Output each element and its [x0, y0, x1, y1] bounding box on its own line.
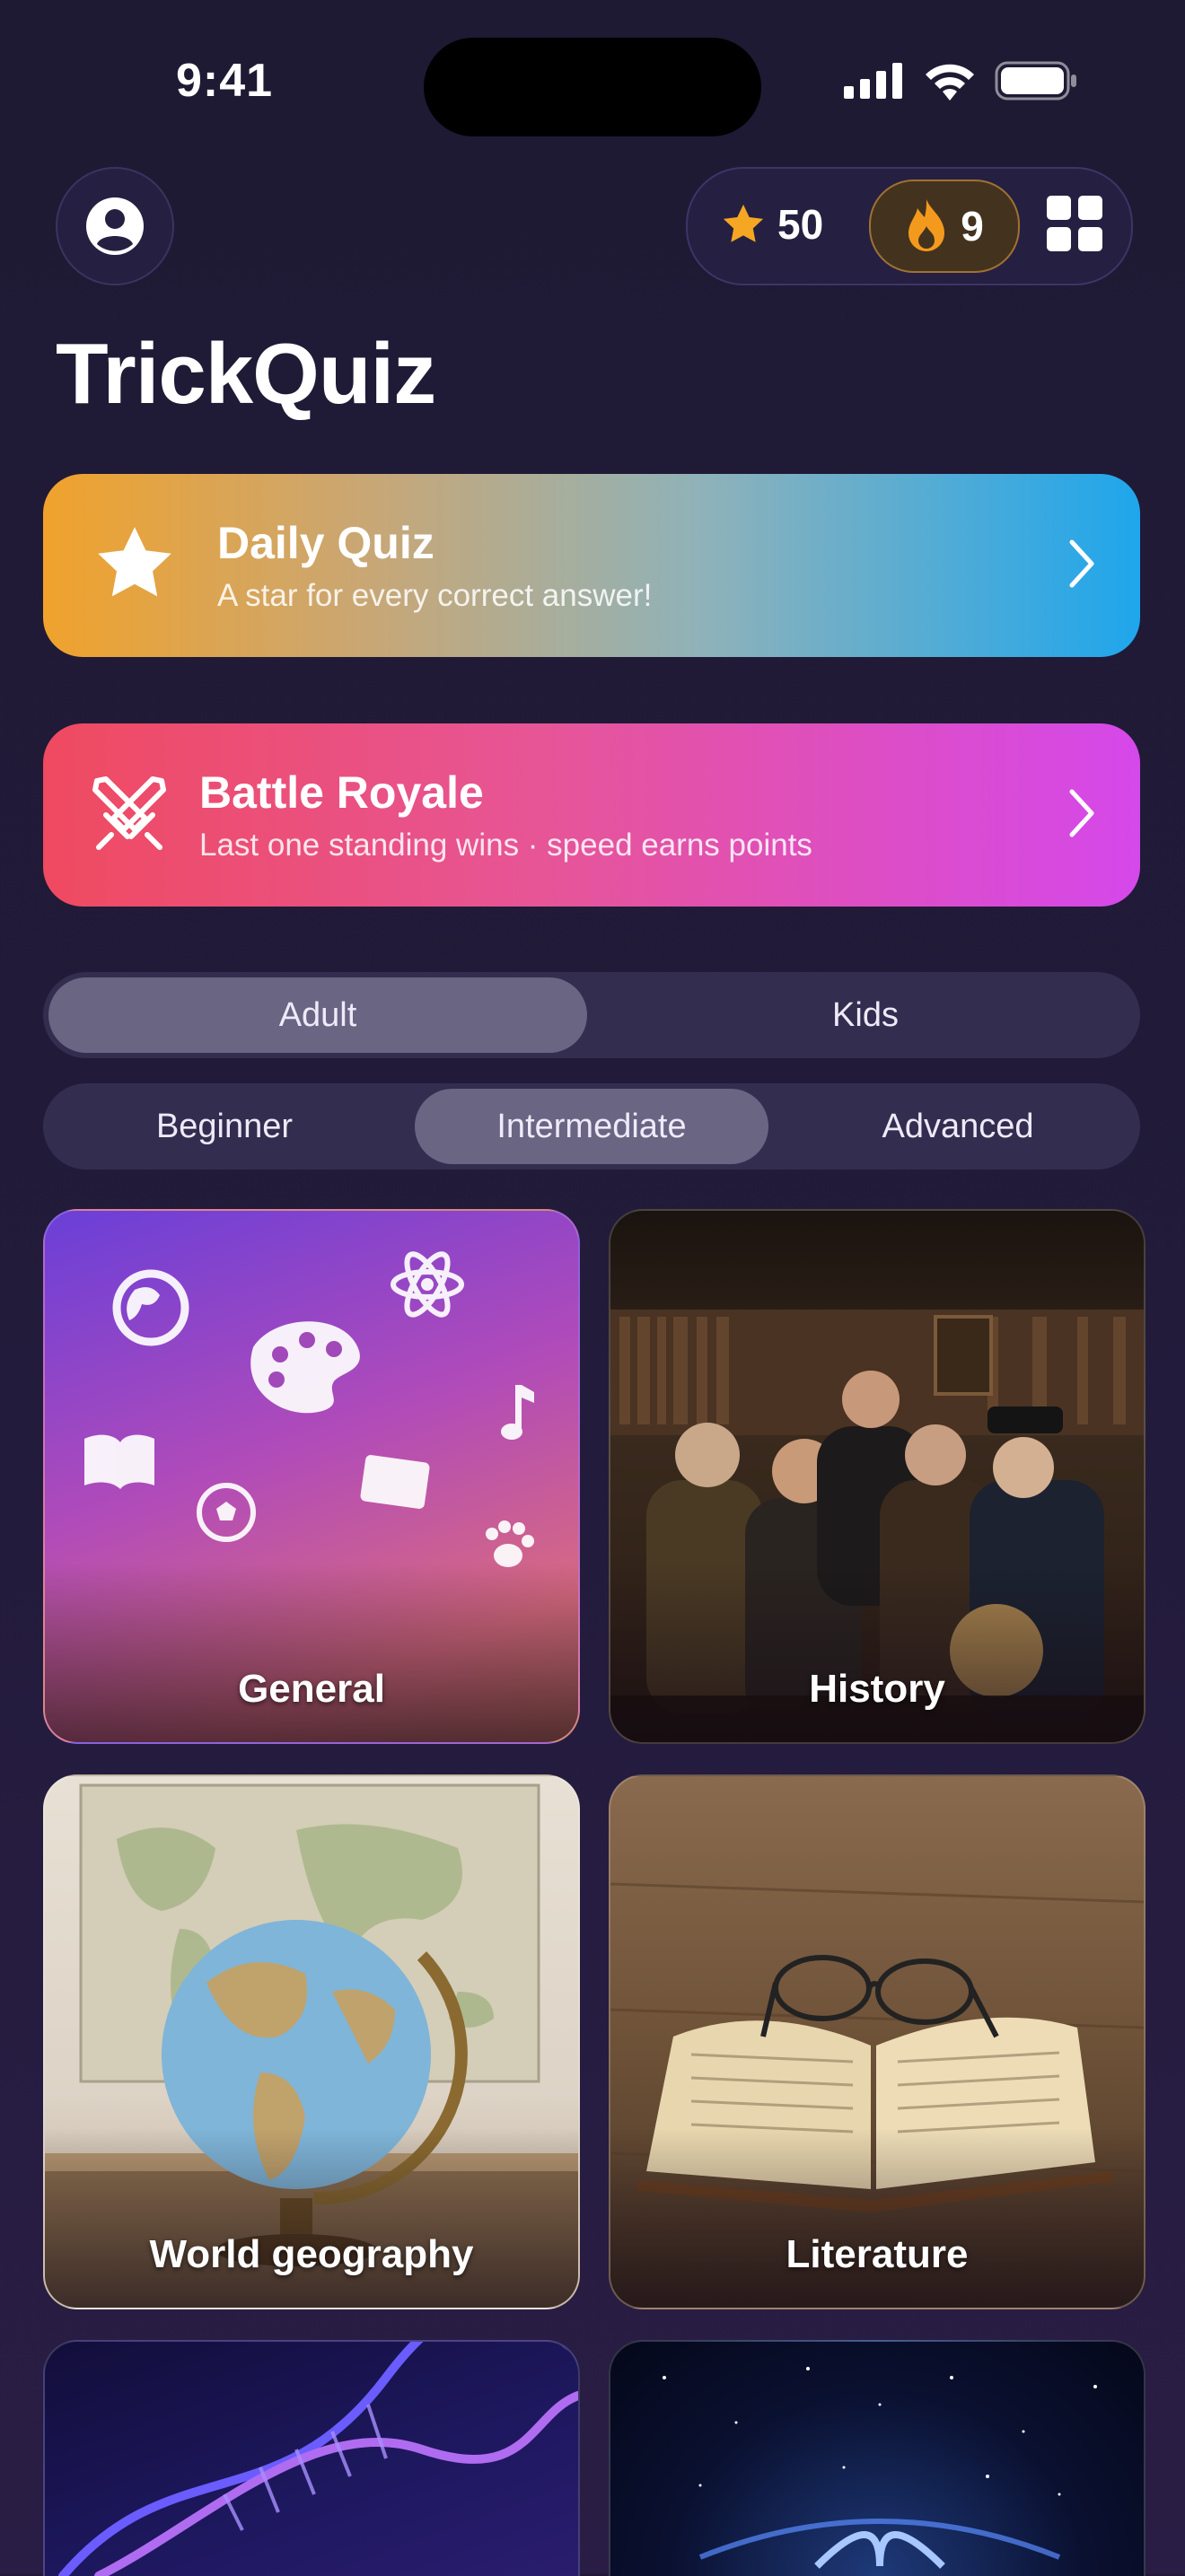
- stats-pill: 50 9: [686, 167, 1133, 285]
- category-tile-world-geography[interactable]: World geography: [43, 1774, 580, 2309]
- tile-shade: [45, 2128, 578, 2308]
- status-icons: [844, 61, 1077, 101]
- chevron-right-icon: [1069, 789, 1094, 837]
- battery-icon: [995, 61, 1076, 101]
- difficulty-segmented-control: Beginner Intermediate Advanced: [43, 1083, 1140, 1170]
- category-label-general: General: [238, 1667, 385, 1711]
- grid-icon[interactable]: [1045, 194, 1104, 253]
- audience-option-kids[interactable]: Kids: [596, 977, 1135, 1053]
- category-label-history: History: [809, 1667, 945, 1711]
- difficulty-option-intermediate[interactable]: Intermediate: [415, 1089, 768, 1164]
- signal-icon: [844, 63, 902, 99]
- dynamic-island: [424, 38, 761, 136]
- stars-counter[interactable]: 50: [720, 169, 823, 280]
- star-icon: [723, 204, 764, 242]
- stars-count: 50: [777, 201, 824, 248]
- profile-button[interactable]: [56, 167, 174, 285]
- flame-icon: [908, 199, 945, 251]
- crossed-swords-icon: [92, 776, 166, 850]
- dna-image: [58, 2342, 578, 2576]
- category-tile-literature[interactable]: Literature: [609, 1774, 1146, 2309]
- space-image: [663, 2367, 1097, 2569]
- category-tile-science[interactable]: [43, 2340, 580, 2576]
- tile-shade: [45, 1563, 578, 1742]
- category-tile-space[interactable]: [609, 2340, 1146, 2576]
- audience-option-adult[interactable]: Adult: [48, 977, 587, 1053]
- category-tile-general[interactable]: General: [43, 1209, 580, 1744]
- daily-quiz-card[interactable]: Daily Quiz A star for every correct answ…: [43, 474, 1140, 657]
- tile-shade: [610, 2128, 1144, 2308]
- app-title: TrickQuiz: [56, 326, 436, 422]
- category-tile-history[interactable]: History: [609, 1209, 1146, 1744]
- daily-quiz-subtitle: A star for every correct answer!: [217, 578, 653, 613]
- category-doodles: [84, 1251, 534, 1567]
- audience-segmented-control: Adult Kids: [43, 972, 1140, 1058]
- status-time: 9:41: [176, 55, 274, 107]
- streak-counter[interactable]: 9: [869, 180, 1020, 273]
- streak-count: 9: [961, 203, 984, 250]
- star-icon: [98, 527, 171, 597]
- person-circle-icon: [86, 197, 144, 255]
- category-label-world-geography: World geography: [149, 2232, 474, 2276]
- category-label-literature: Literature: [786, 2232, 969, 2276]
- chevron-right-icon: [1069, 539, 1094, 588]
- difficulty-option-beginner[interactable]: Beginner: [48, 1089, 400, 1164]
- battle-royale-card[interactable]: Battle Royale Last one standing wins · s…: [43, 723, 1140, 907]
- battle-royale-title: Battle Royale: [199, 767, 484, 818]
- wifi-icon: [926, 64, 974, 101]
- daily-quiz-title: Daily Quiz: [217, 518, 434, 568]
- battle-royale-subtitle: Last one standing wins · speed earns poi…: [199, 828, 812, 863]
- tile-shade: [610, 1563, 1144, 1742]
- difficulty-option-advanced[interactable]: Advanced: [781, 1089, 1135, 1164]
